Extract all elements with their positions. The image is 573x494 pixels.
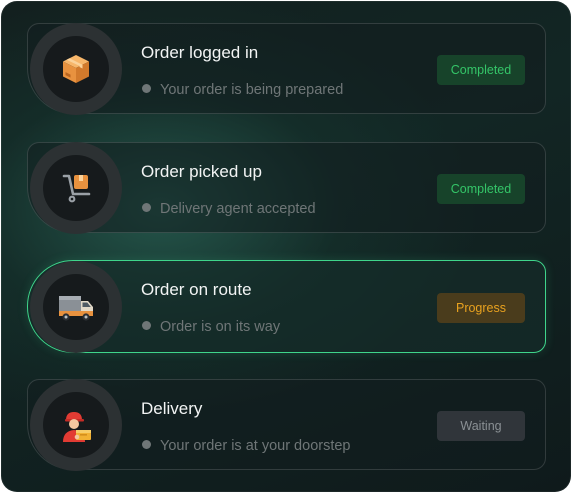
status-badge: Completed [437, 55, 525, 85]
step-order-picked-up: Order picked up Delivery agent accepted … [27, 141, 546, 234]
step-subtitle-text: Order is on its way [160, 319, 281, 335]
step-icon-ring [30, 260, 122, 353]
order-tracker-panel: Order logged in Your order is being prep… [1, 1, 571, 492]
status-dot-icon [142, 321, 151, 330]
status-dot-icon [142, 84, 151, 93]
step-title: Order on route [141, 280, 252, 299]
step-subtitle: Your order is at your doorstep [142, 437, 351, 455]
step-title: Order picked up [141, 162, 262, 181]
step-order-logged-in: Order logged in Your order is being prep… [27, 22, 546, 115]
step-delivery: Delivery Your order is at your doorstep … [27, 378, 546, 471]
step-subtitle: Order is on its way [142, 318, 280, 336]
status-badge: Progress [437, 293, 525, 323]
step-subtitle: Your order is being prepared [142, 81, 343, 99]
step-icon-ring [30, 378, 122, 471]
step-subtitle-text: Your order is being prepared [160, 82, 344, 98]
step-icon-ring [30, 141, 122, 234]
courier-icon [43, 391, 109, 458]
step-title: Delivery [141, 399, 203, 418]
package-box-icon [43, 35, 109, 102]
step-order-on-route: Order on route Order is on its way Progr… [27, 260, 546, 353]
step-subtitle: Delivery agent accepted [142, 200, 316, 218]
step-title: Order logged in [141, 43, 259, 62]
status-dot-icon [142, 203, 151, 212]
step-icon-ring [30, 22, 122, 115]
status-badge: Completed [437, 174, 525, 204]
status-badge: Waiting [437, 411, 525, 441]
step-subtitle-text: Your order is at your doorstep [160, 438, 351, 454]
step-subtitle-text: Delivery agent accepted [160, 201, 316, 217]
delivery-truck-icon [43, 273, 109, 340]
hand-truck-icon [43, 154, 109, 221]
status-dot-icon [142, 440, 151, 449]
